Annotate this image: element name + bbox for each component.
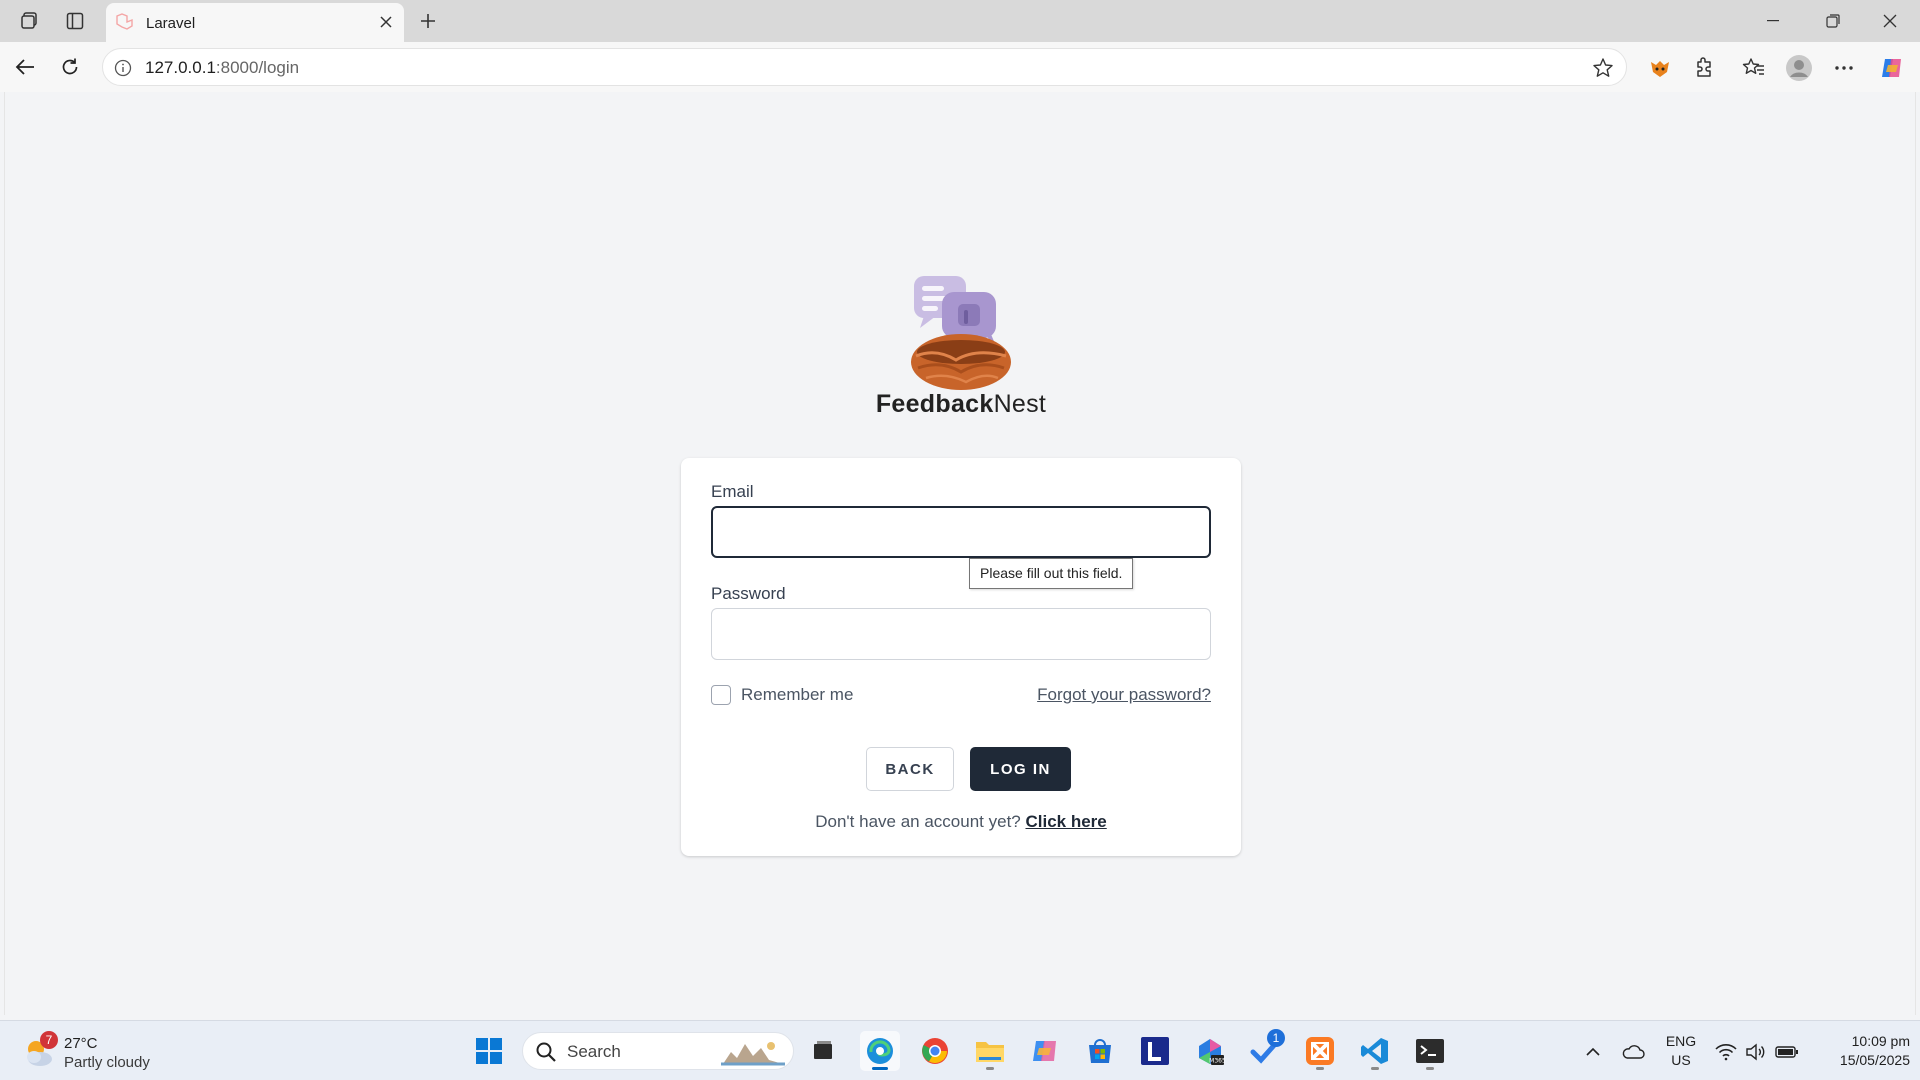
email-field[interactable] bbox=[711, 506, 1211, 558]
weather-badge: 7 bbox=[40, 1031, 58, 1049]
close-window-icon[interactable] bbox=[1867, 6, 1913, 36]
windows-taskbar: 7 27°C Partly cloudy Search M365 1 ENG U… bbox=[0, 1020, 1920, 1080]
signup-prompt-text: Don't have an account yet? bbox=[815, 812, 1021, 831]
edge-browser-icon[interactable] bbox=[860, 1031, 900, 1071]
refresh-icon[interactable] bbox=[55, 52, 85, 82]
more-menu-icon[interactable] bbox=[1828, 52, 1860, 84]
favorite-star-icon[interactable] bbox=[1590, 55, 1616, 81]
search-label: Search bbox=[567, 1042, 621, 1061]
remember-me-checkbox[interactable] bbox=[711, 685, 731, 705]
copilot-icon[interactable] bbox=[1876, 52, 1908, 84]
battery-icon[interactable] bbox=[1774, 1039, 1800, 1065]
password-label: Password bbox=[711, 584, 786, 603]
start-button-windows-icon[interactable] bbox=[469, 1031, 509, 1071]
microsoft-365-icon[interactable]: M365 bbox=[1190, 1031, 1230, 1071]
browser-tab-bar: Laravel bbox=[0, 0, 1920, 42]
svg-text:M365: M365 bbox=[1209, 1058, 1225, 1065]
extension-fox-icon[interactable] bbox=[1644, 52, 1676, 84]
language-indicator[interactable]: ENG US bbox=[1664, 1032, 1698, 1070]
xampp-icon[interactable] bbox=[1300, 1031, 1340, 1071]
minimize-icon[interactable] bbox=[1750, 6, 1796, 36]
file-explorer-icon[interactable] bbox=[970, 1031, 1010, 1071]
weather-temperature: 27°C bbox=[64, 1035, 98, 1052]
extensions-puzzle-icon[interactable] bbox=[1688, 52, 1720, 84]
weather-description: Partly cloudy bbox=[64, 1054, 150, 1071]
active-tab[interactable]: Laravel bbox=[106, 3, 404, 42]
workspaces-icon[interactable] bbox=[17, 8, 43, 34]
back-arrow-icon[interactable] bbox=[10, 52, 40, 82]
todo-app-icon[interactable]: 1 bbox=[1245, 1029, 1285, 1071]
login-button[interactable]: LOG IN bbox=[970, 747, 1071, 791]
search-highlight-icon bbox=[721, 1038, 785, 1071]
active-indicator bbox=[872, 1067, 888, 1070]
microsoft-store-icon[interactable] bbox=[1080, 1031, 1120, 1071]
login-card: Email Please fill out this field. Passwo… bbox=[681, 458, 1241, 856]
signup-prompt: Don't have an account yet? Click here bbox=[681, 812, 1241, 832]
system-clock[interactable]: 10:09 pm 15/05/2025 bbox=[1810, 1032, 1910, 1070]
vscode-icon[interactable] bbox=[1355, 1031, 1395, 1071]
notification-badge: 1 bbox=[1267, 1029, 1285, 1047]
l-app-icon[interactable] bbox=[1135, 1031, 1175, 1071]
url-text[interactable]: 127.0.0.1:8000/login bbox=[145, 58, 299, 78]
wifi-icon[interactable] bbox=[1713, 1039, 1739, 1065]
terminal-icon[interactable] bbox=[1410, 1031, 1450, 1071]
task-view-icon[interactable] bbox=[803, 1031, 843, 1071]
signup-link[interactable]: Click here bbox=[1025, 812, 1106, 831]
search-icon bbox=[535, 1041, 557, 1068]
browser-toolbar: 127.0.0.1:8000/login bbox=[0, 42, 1920, 92]
forgot-password-link[interactable]: Forgot your password? bbox=[1037, 685, 1211, 705]
clock-time: 10:09 pm bbox=[1851, 1033, 1910, 1049]
taskbar-search[interactable]: Search bbox=[522, 1032, 794, 1070]
new-tab-icon[interactable] bbox=[414, 7, 442, 35]
running-indicator bbox=[1316, 1067, 1324, 1070]
address-bar[interactable]: 127.0.0.1:8000/login bbox=[102, 48, 1627, 86]
onedrive-cloud-icon[interactable] bbox=[1620, 1039, 1646, 1065]
favorites-icon[interactable] bbox=[1738, 52, 1770, 84]
show-hidden-icons-chevron-icon[interactable] bbox=[1580, 1039, 1606, 1065]
running-indicator bbox=[1426, 1067, 1434, 1070]
validation-tooltip: Please fill out this field. bbox=[969, 558, 1134, 589]
page-viewport: FeedbackNest Email Please fill out this … bbox=[4, 92, 1916, 1015]
volume-icon[interactable] bbox=[1743, 1039, 1769, 1065]
back-button[interactable]: BACK bbox=[866, 747, 954, 791]
brand-name: FeedbackNest bbox=[875, 390, 1047, 418]
remember-me-label[interactable]: Remember me bbox=[741, 685, 853, 705]
profile-avatar-icon[interactable] bbox=[1783, 52, 1815, 84]
password-field[interactable] bbox=[711, 608, 1211, 660]
copilot-app-icon[interactable] bbox=[1025, 1031, 1065, 1071]
email-label: Email bbox=[711, 482, 754, 501]
clock-date: 15/05/2025 bbox=[1839, 1052, 1910, 1068]
close-tab-icon[interactable] bbox=[374, 10, 398, 34]
restore-icon[interactable] bbox=[1810, 6, 1856, 36]
running-indicator bbox=[1371, 1067, 1379, 1070]
site-info-icon[interactable] bbox=[113, 58, 133, 78]
vertical-tabs-icon[interactable] bbox=[62, 8, 88, 34]
laravel-favicon-icon bbox=[114, 12, 134, 37]
weather-widget[interactable]: 7 27°C Partly cloudy bbox=[22, 1031, 182, 1073]
tab-title: Laravel bbox=[146, 15, 196, 32]
running-indicator bbox=[986, 1067, 994, 1070]
feedbacknest-logo bbox=[906, 270, 1016, 400]
chrome-icon[interactable] bbox=[915, 1031, 955, 1071]
